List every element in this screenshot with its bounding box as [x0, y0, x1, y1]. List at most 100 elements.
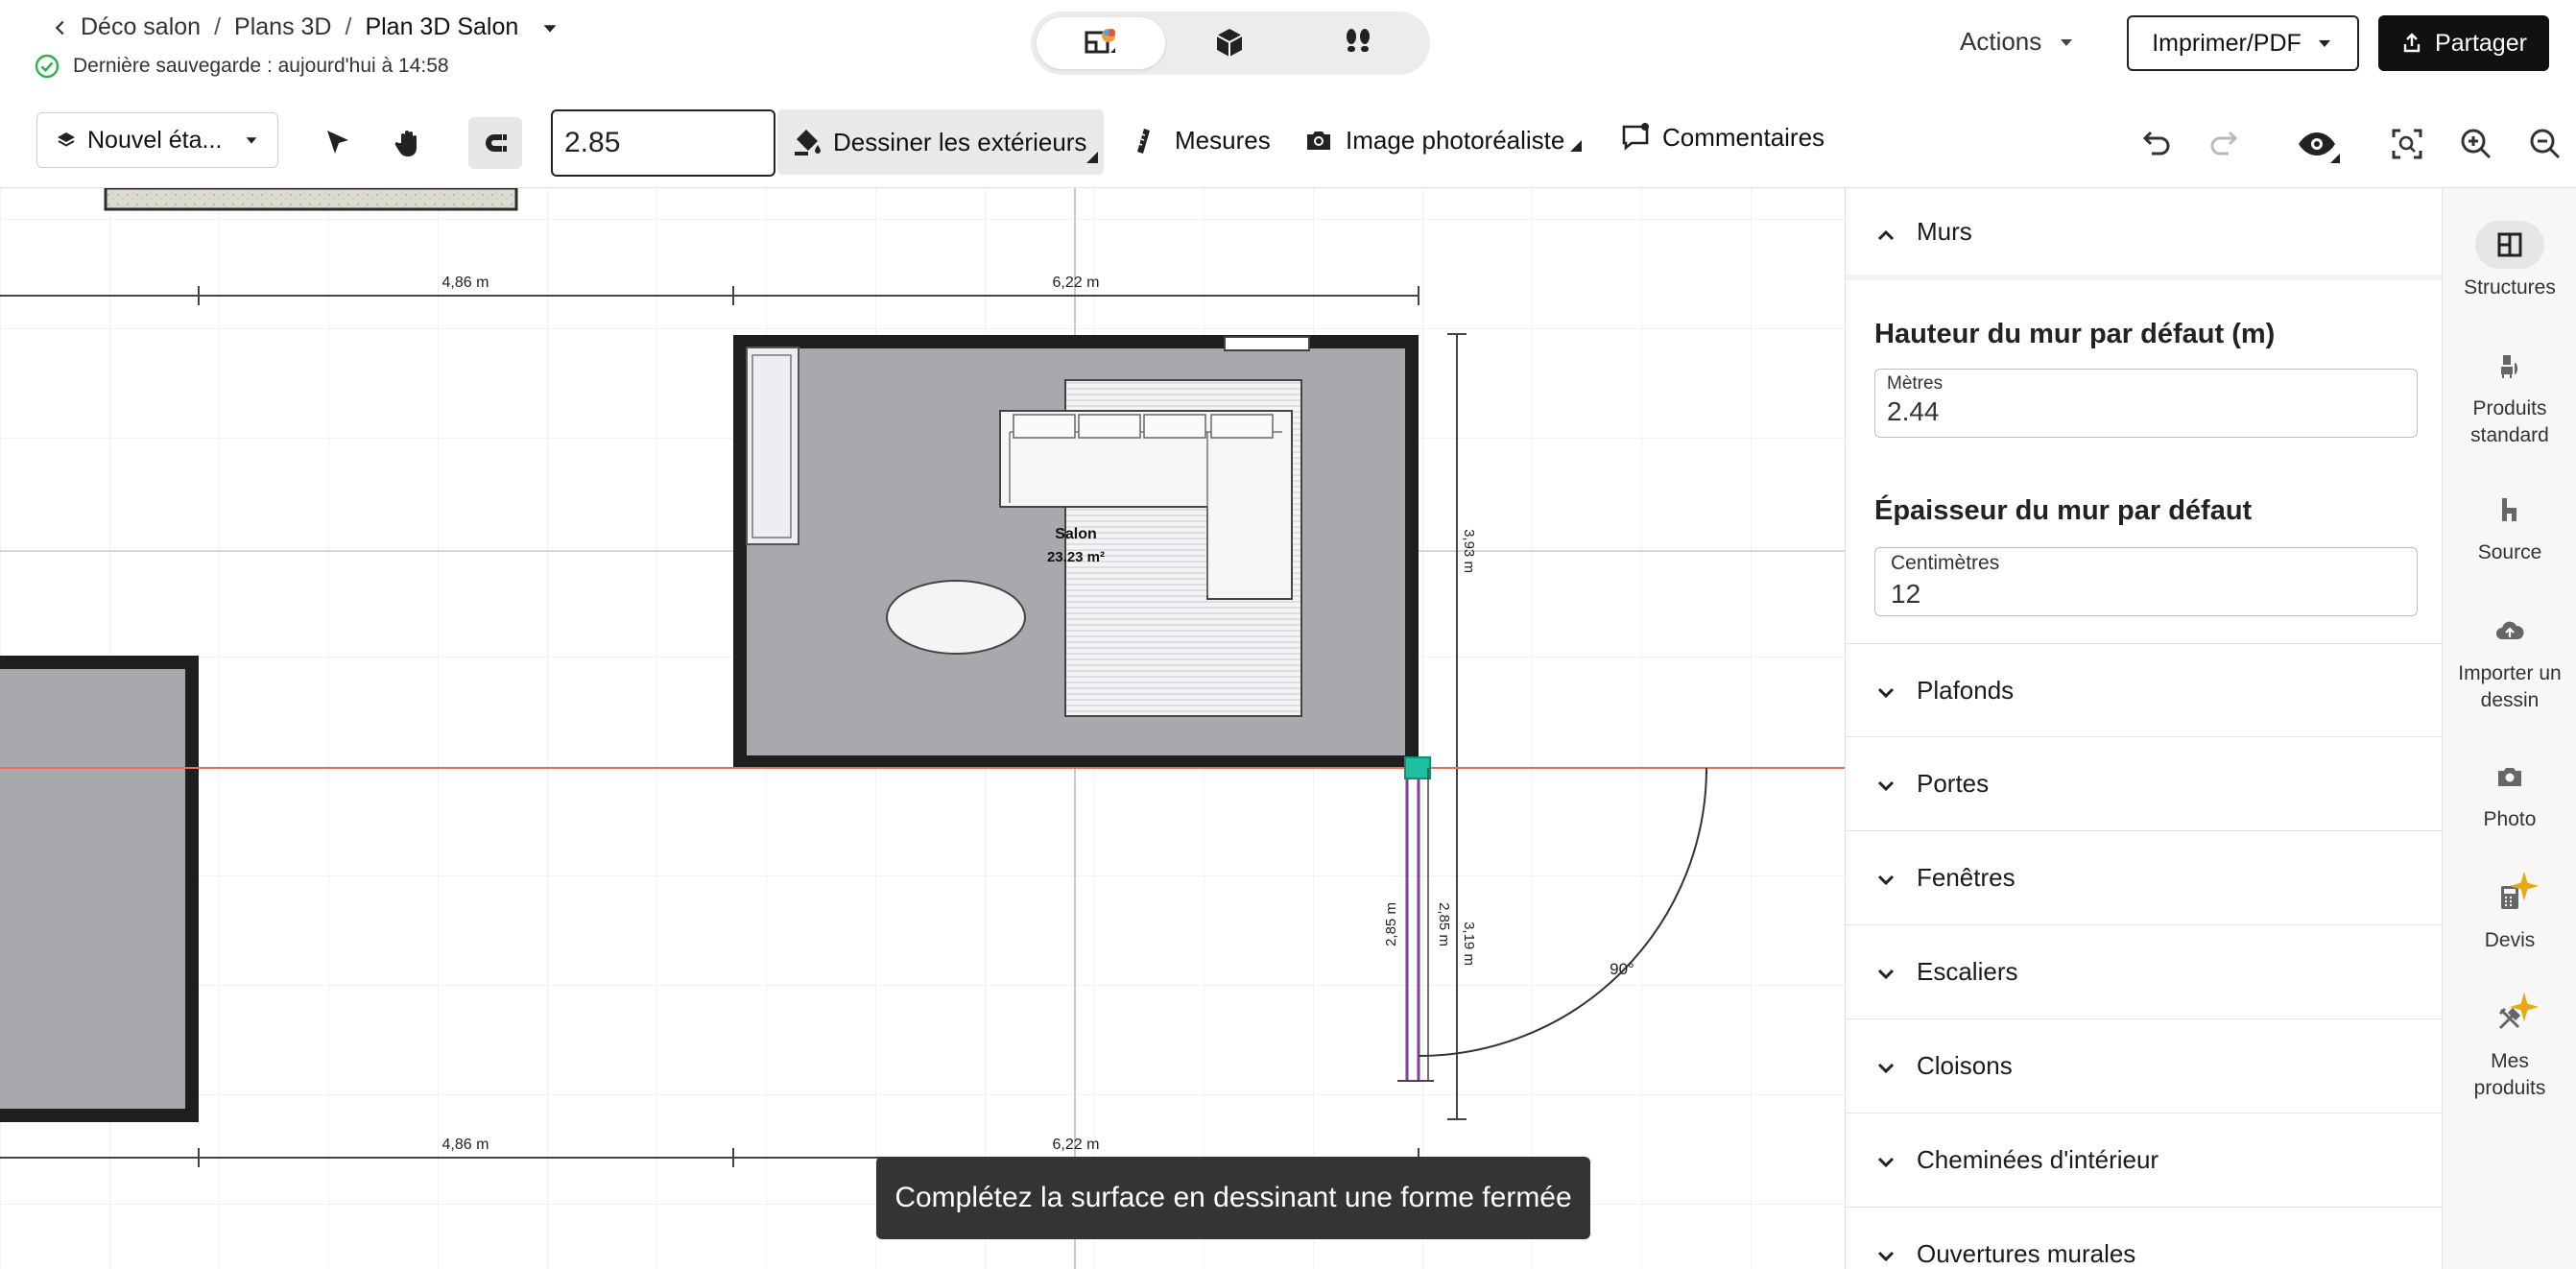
editor-toolbar: Nouvel éta... 2.85 Dessiner les extérieu… [0, 96, 2576, 188]
chevron-down-icon [1877, 874, 1895, 886]
section-walls-header[interactable]: Murs [1846, 188, 2442, 280]
check-circle-icon [35, 54, 60, 79]
rail-quote[interactable]: Devis [2443, 871, 2576, 954]
dim-total-right: 3,19 m [1461, 922, 1477, 966]
redo-icon[interactable] [2206, 125, 2244, 163]
comment-icon [1622, 123, 1649, 151]
rail-products-icon-wrap [2475, 342, 2544, 390]
structures-icon [2497, 232, 2522, 257]
floor-plan-drawing[interactable]: 4,86 m 6,22 m Salon 23.23 m² 3,93 m 2,85… [0, 188, 1845, 1269]
section-ceilings[interactable]: Plafonds [1846, 643, 2442, 737]
rail-photo[interactable]: Photo [2443, 753, 2576, 833]
actions-label: Actions [1960, 27, 2042, 56]
wall-height-unit: Mètres [1887, 373, 1944, 394]
room-name-label: Salon [1055, 526, 1097, 542]
view-walkthrough-button[interactable] [1294, 17, 1422, 69]
fit-screen-icon[interactable] [2388, 125, 2426, 163]
cursor-arrow-icon [327, 131, 348, 154]
print-pdf-label: Imprimer/PDF [2152, 29, 2302, 57]
wall-height-field[interactable]: Mètres 2.44 [1874, 369, 2418, 438]
breadcrumb-current-plan[interactable]: Plan 3D Salon [365, 13, 518, 41]
pan-tool-button[interactable] [388, 122, 430, 164]
sparkle-icon [2509, 871, 2540, 901]
chevron-down-icon [1877, 1157, 1895, 1168]
cube-3d-icon [1216, 29, 1243, 57]
section-doors-label: Portes [1917, 769, 1990, 798]
share-label: Partager [2435, 29, 2527, 57]
share-button[interactable]: Partager [2378, 15, 2549, 71]
draw-exterior-button[interactable]: Dessiner les extérieurs [777, 109, 1104, 175]
chevron-down-icon [1877, 687, 1895, 699]
room-area-label: 23.23 m² [1047, 549, 1105, 565]
dim-bottom-right: 6,22 m [1053, 1137, 1100, 1153]
comments-button[interactable]: Commentaires [1620, 122, 1825, 153]
rail-standard-products-label: Produits standard [2470, 397, 2549, 446]
wall-node-handle [1404, 756, 1431, 779]
rail-import-drawing[interactable]: Importer un dessin [2443, 607, 2576, 714]
sparkle-icon [2509, 992, 2540, 1022]
zoom-in-icon[interactable] [2457, 125, 2495, 163]
rail-source-label: Source [2477, 541, 2542, 563]
chevron-left-icon[interactable] [50, 17, 71, 38]
layers-icon [58, 132, 75, 147]
wall-thickness-value: 12 [1891, 579, 1921, 609]
chevron-down-icon [1877, 969, 1895, 980]
print-pdf-button[interactable]: Imprimer/PDF [2127, 15, 2359, 71]
rail-source-icon-wrap [2475, 486, 2544, 534]
section-fireplaces-label: Cheminées d'intérieur [1917, 1145, 2159, 1174]
section-doors[interactable]: Portes [1846, 737, 2442, 831]
section-fireplaces[interactable]: Cheminées d'intérieur [1846, 1113, 2442, 1208]
undo-icon[interactable] [2136, 125, 2175, 163]
section-walls-label: Murs [1917, 216, 1972, 246]
actions-menu[interactable]: Actions [1960, 27, 2076, 57]
section-partitions[interactable]: Cloisons [1846, 1019, 2442, 1113]
rail-my-products[interactable]: Mes produits [2443, 992, 2576, 1102]
camera-icon [1307, 132, 1330, 150]
dim-right-room: 3,93 m [1461, 529, 1477, 573]
view-3d-button[interactable] [1165, 17, 1294, 69]
select-tool-button[interactable] [317, 122, 359, 164]
view-mode-switcher [1031, 12, 1430, 75]
rail-my-products-icon-wrap [2475, 992, 2544, 1042]
floor-plan-canvas[interactable]: 4,86 m 6,22 m Salon 23.23 m² 3,93 m 2,85… [0, 188, 1845, 1269]
breadcrumb-project[interactable]: Déco salon [81, 13, 201, 41]
zoom-out-icon[interactable] [2526, 125, 2564, 163]
comments-label: Commentaires [1662, 122, 1825, 152]
right-rail: Structures Produits standard Source Impo… [2442, 188, 2576, 1269]
angle-label: 90° [1610, 960, 1634, 978]
level-selector[interactable]: Nouvel éta... [36, 112, 278, 168]
rail-structures[interactable]: Structures [2443, 221, 2576, 301]
corner-triangle-icon [1570, 140, 1583, 152]
rail-quote-icon-wrap [2475, 871, 2544, 922]
section-wall-openings-label: Ouvertures murales [1917, 1239, 2136, 1268]
chevron-down-icon [1877, 780, 1895, 792]
source-icon [2502, 498, 2516, 521]
coffee-table-item [886, 580, 1026, 655]
section-wall-openings[interactable]: Ouvertures murales [1846, 1208, 2442, 1269]
section-stairs-label: Escaliers [1917, 957, 2018, 986]
section-windows[interactable]: Fenêtres [1846, 831, 2442, 925]
view-2d-button[interactable] [1037, 17, 1165, 69]
caret-down-icon [2318, 40, 2330, 47]
app-header: Déco salon / Plans 3D / Plan 3D Salon De… [0, 0, 2576, 96]
left-room [0, 656, 199, 1122]
measures-button[interactable]: Mesures [1133, 125, 1271, 156]
draw-exterior-label: Dessiner les extérieurs [833, 127, 1087, 156]
breadcrumb-plans[interactable]: Plans 3D [234, 13, 331, 41]
caret-down-icon [246, 137, 257, 144]
wall-thickness-field[interactable]: Centimètres 12 [1874, 547, 2418, 616]
wall-length-input[interactable]: 2.85 [551, 109, 775, 177]
rail-standard-products[interactable]: Produits standard [2443, 342, 2576, 449]
chevron-up-icon [1877, 229, 1895, 241]
rail-photo-label: Photo [2483, 808, 2537, 830]
dim-bottom-left: 4,86 m [442, 1137, 489, 1153]
section-stairs[interactable]: Escaliers [1846, 925, 2442, 1019]
rail-structures-icon-wrap [2475, 221, 2544, 269]
photoreal-image-button[interactable]: Image photoréaliste [1303, 125, 1583, 156]
rail-source[interactable]: Source [2443, 486, 2576, 566]
measures-label: Mesures [1175, 125, 1271, 155]
caret-down-icon[interactable] [539, 17, 561, 38]
hint-toast-text: Complétez la surface en dessinant une fo… [894, 1182, 1572, 1213]
snap-magnet-toggle[interactable] [468, 117, 522, 169]
visibility-eye-icon[interactable] [2296, 125, 2340, 163]
